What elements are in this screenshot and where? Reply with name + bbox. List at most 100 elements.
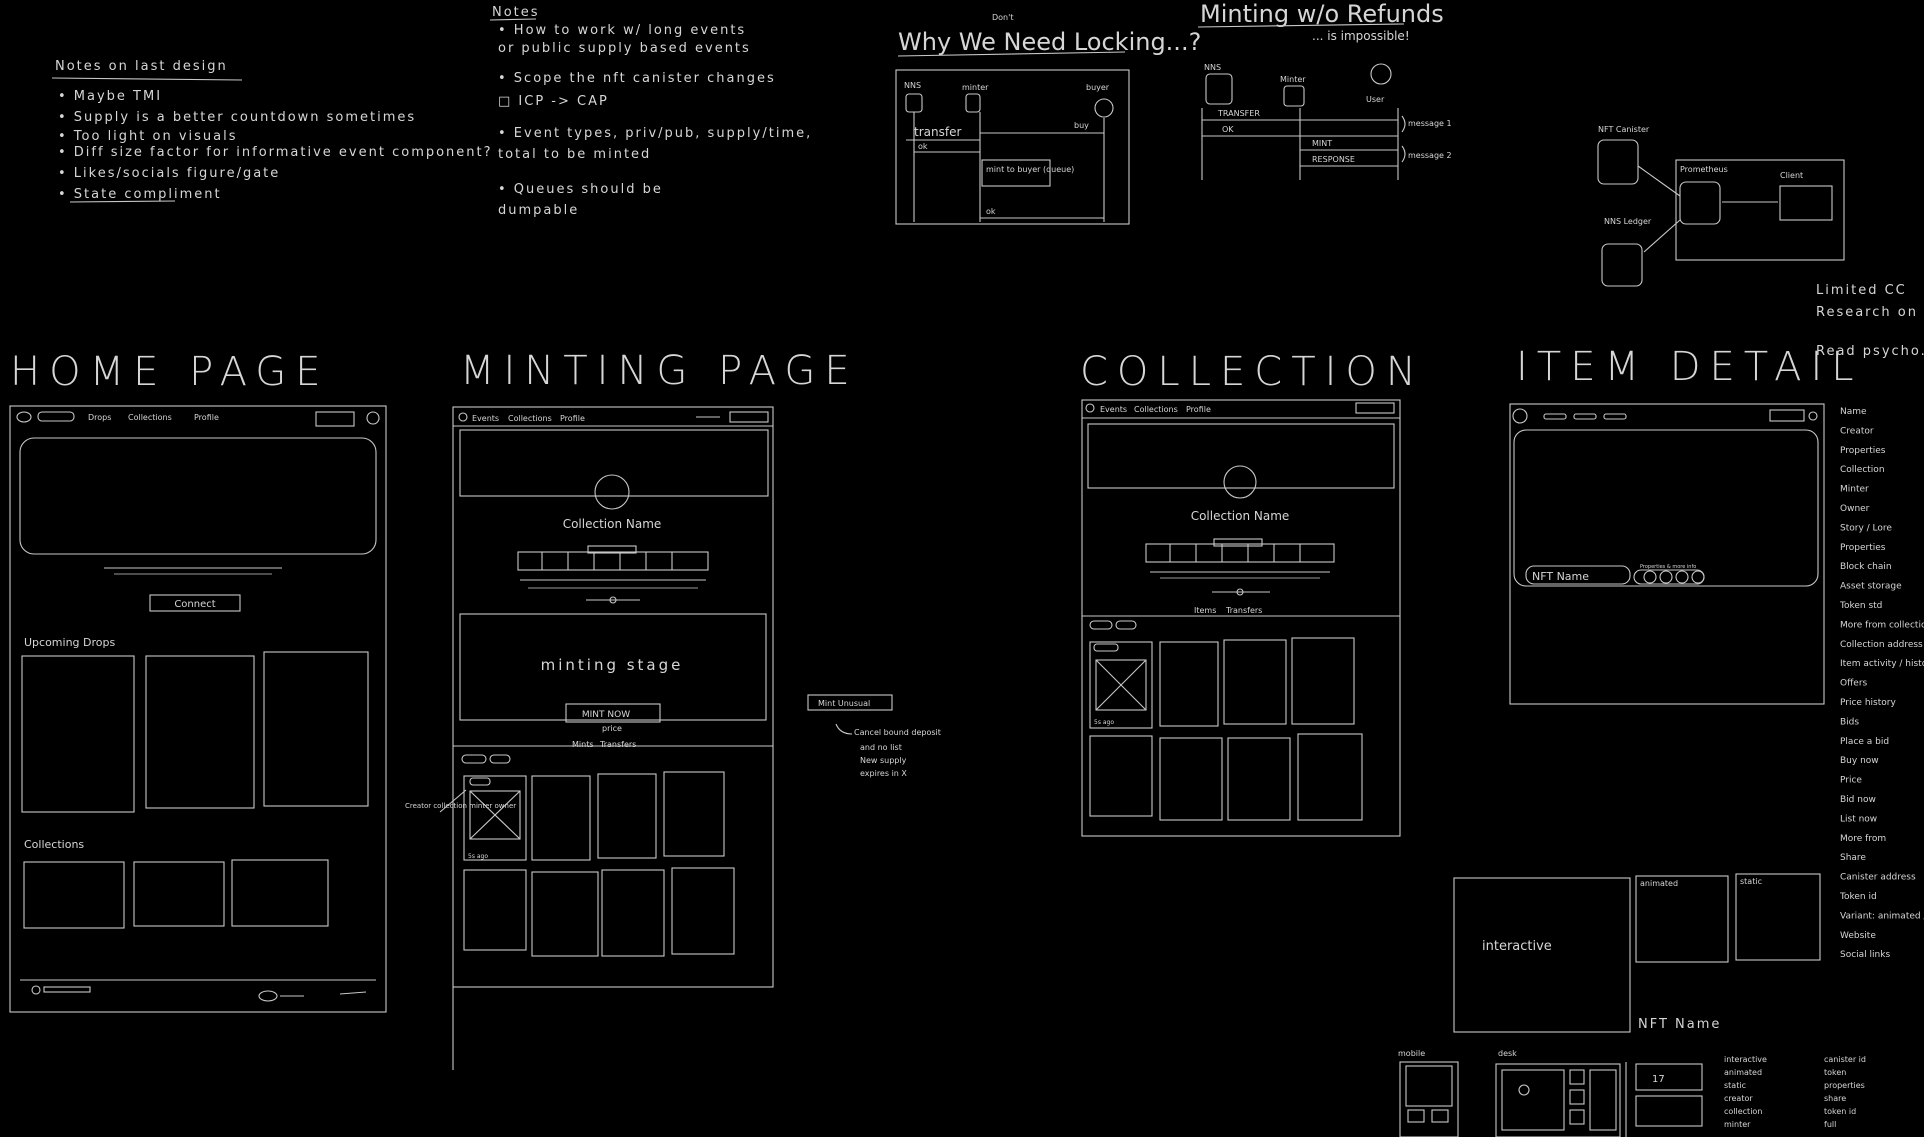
notes-last-design: Notes on last design • Maybe TMI • Suppl… xyxy=(51,59,493,203)
node-label: NNS Ledger xyxy=(1604,217,1652,226)
node-label: Prometheus xyxy=(1680,165,1728,174)
tab-transfers: Transfers xyxy=(1225,606,1262,615)
attribute-item: More from collection xyxy=(1840,620,1924,630)
attribute-item: Properties xyxy=(1840,543,1886,553)
desktop-layout xyxy=(1495,1063,1621,1137)
wallet-box xyxy=(1355,402,1395,414)
svg-text:17: 17 xyxy=(1652,1074,1665,1085)
notes-top: Notes • How to work w/ long events or pu… xyxy=(489,5,810,218)
nft-card xyxy=(1297,733,1363,821)
static-label: static xyxy=(1740,877,1762,886)
nft-card xyxy=(671,867,735,955)
attributes-list: Name Creator Properties Collection Minter Own… xyxy=(1839,407,1924,960)
mint-now-label: MINT NOW xyxy=(582,710,630,720)
node-label: Client xyxy=(1780,171,1803,180)
mint-unusual-label: Mint Unusual xyxy=(818,699,870,708)
annotation: message 2 xyxy=(1408,151,1452,160)
age-label: 5s ago xyxy=(468,853,488,860)
legend-item: share xyxy=(1824,1094,1846,1103)
message-label: MINT xyxy=(1312,139,1332,148)
annotation: message 1 xyxy=(1408,119,1452,128)
logo-placeholder xyxy=(37,411,75,422)
attribute-item: Price xyxy=(1840,776,1862,786)
legend-item: token xyxy=(1824,1068,1846,1077)
nft-card xyxy=(531,775,591,861)
attribute-item: Name xyxy=(1840,407,1867,417)
static-frame xyxy=(1735,873,1821,961)
collection-card xyxy=(231,859,329,927)
todo-item: Limited CC xyxy=(1816,283,1907,298)
attribute-item: Story / Lore xyxy=(1840,523,1892,533)
nav-item: Events xyxy=(472,414,499,423)
nav-item: Collections xyxy=(508,414,552,423)
nft-card xyxy=(663,771,725,857)
note-item: • Diff size factor for informative event… xyxy=(58,145,493,160)
database-icon xyxy=(1283,85,1305,107)
message-label: TRANSFER xyxy=(1217,109,1260,118)
price-label: price xyxy=(602,724,622,733)
minting-page-wireframe: MINTING PAGE Events Collections Profile … xyxy=(405,348,850,1070)
nft-card xyxy=(1159,641,1219,727)
footer-icon xyxy=(258,990,278,1002)
nav-pill xyxy=(1603,413,1627,420)
nav-item: Profile xyxy=(1186,405,1211,414)
nft-card xyxy=(1223,639,1287,725)
animated-frame xyxy=(1635,875,1729,963)
attribute-item: Creator xyxy=(1840,426,1874,436)
attribute-item: Place a bid xyxy=(1840,737,1889,747)
logo-icon xyxy=(1512,408,1528,424)
animated-label: animated xyxy=(1640,879,1678,888)
locking-caret-word: Don't xyxy=(992,13,1013,22)
legend-item: static xyxy=(1724,1081,1746,1090)
legend-item: token id xyxy=(1824,1107,1856,1116)
legend-item: minter xyxy=(1724,1120,1751,1129)
popup-note: expires in X xyxy=(860,769,907,778)
note-item: • Likes/socials figure/gate xyxy=(58,166,280,181)
nav-item: Profile xyxy=(560,414,585,423)
hero-banner xyxy=(19,437,377,555)
legend-item: creator xyxy=(1724,1094,1753,1103)
note-item: □ ICP -> CAP xyxy=(498,94,609,109)
avatar-icon xyxy=(366,411,380,425)
legend-item: canister id xyxy=(1824,1055,1866,1064)
attribute-item: Block chain xyxy=(1840,562,1892,572)
legend-item: collection xyxy=(1724,1107,1762,1116)
database-icon xyxy=(905,93,923,113)
attribute-item: Minter xyxy=(1840,485,1869,495)
attribute-item: Share xyxy=(1840,853,1866,863)
filter-chip xyxy=(1115,620,1137,630)
note-item: • State compliment xyxy=(58,187,222,202)
database-icon xyxy=(1601,243,1643,287)
media-viewer xyxy=(1513,429,1819,587)
collection-avatar xyxy=(1223,465,1257,499)
creator-side-note: Creator collection minter owner xyxy=(405,802,516,810)
attribute-item: Asset storage xyxy=(1840,582,1902,592)
note-item: • How to work w/ long events xyxy=(498,23,746,38)
collection-banner xyxy=(459,429,769,497)
logo-icon xyxy=(458,412,468,422)
message-label: OK xyxy=(1222,125,1234,134)
nft-card xyxy=(463,775,527,861)
nft-card xyxy=(597,773,657,859)
drop-card xyxy=(263,651,369,807)
tab-transfers: Transfers xyxy=(599,740,636,749)
attribute-item: Bid now xyxy=(1840,795,1876,805)
nft-name-label: NFT Name xyxy=(1532,570,1589,583)
panel-box xyxy=(1635,1095,1703,1127)
home-page-title: HOME PAGE xyxy=(10,349,330,395)
collections-label: Collections xyxy=(24,838,84,851)
prometheus-frame xyxy=(1675,159,1845,261)
nft-card xyxy=(1227,737,1291,821)
attribute-item: Collection xyxy=(1840,465,1885,475)
stats-bar xyxy=(1145,543,1335,563)
minting-refunds-diagram: Minting w/o Refunds ... is impossible! N… xyxy=(1197,0,1452,180)
collection-card xyxy=(23,861,125,929)
refunds-title: Minting w/o Refunds xyxy=(1200,0,1444,28)
drop-card xyxy=(21,655,135,813)
message-label: buy xyxy=(1074,121,1089,130)
mobile-media xyxy=(1405,1065,1453,1107)
actor-label: User xyxy=(1366,95,1385,104)
attribute-item: Website xyxy=(1840,931,1876,941)
home-page-wireframe: HOME PAGE Drops Collections Profile Conn… xyxy=(9,349,387,1013)
filter-chip xyxy=(461,754,487,764)
